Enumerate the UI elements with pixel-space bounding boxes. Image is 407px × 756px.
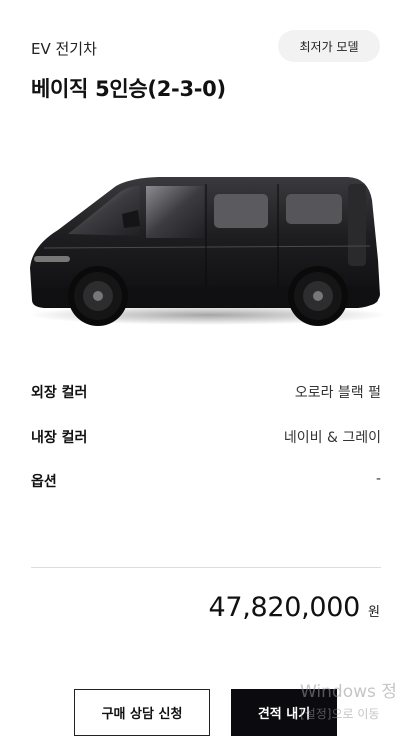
spec-row-options: 옵션 - [31, 471, 381, 491]
trim-title: 베이직 5인승(2-3-0) [31, 77, 226, 101]
spec-row-exterior: 외장 컬러 오로라 블랙 펄 [31, 382, 381, 402]
spec-row-interior: 내장 컬러 네이비 & 그레이 [31, 427, 381, 447]
get-quote-button[interactable]: 견적 내기 [231, 689, 337, 736]
spec-label: 옵션 [31, 474, 57, 490]
vehicle-image [18, 150, 390, 330]
spec-label: 외장 컬러 [31, 385, 88, 401]
purchase-consult-button[interactable]: 구매 상담 신청 [74, 689, 210, 736]
price-summary: 47,820,000 원 [208, 592, 380, 623]
vehicle-category: EV 전기차 [31, 40, 97, 58]
spec-value: - [375, 471, 381, 487]
total-price: 47,820,000 [208, 592, 361, 623]
divider [31, 567, 381, 568]
spec-label: 내장 컬러 [31, 430, 88, 446]
spec-value: 오로라 블랙 펄 [294, 385, 381, 401]
lowest-price-badge: 최저가 모델 [278, 30, 380, 62]
currency-unit: 원 [368, 605, 380, 620]
spec-value: 네이비 & 그레이 [283, 430, 381, 446]
